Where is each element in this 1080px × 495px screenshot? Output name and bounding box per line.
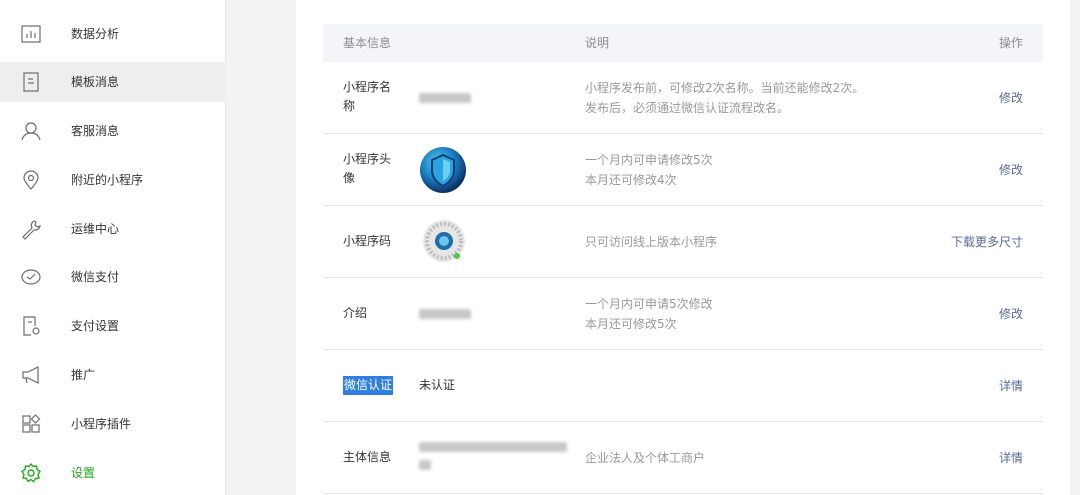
sidebar: 数据分析 模板消息 客服消息 附近的小程序 运维中心 微信支付 支付设置 推广 … bbox=[0, 0, 226, 495]
sidebar-item-data-analysis[interactable]: 数据分析 bbox=[0, 14, 226, 54]
table-row: 小程序码 只可访问线上版本小程序 下载更多尺寸 bbox=[323, 206, 1043, 278]
row-label: 小程序名称 bbox=[343, 80, 392, 113]
row-label: 小程序码 bbox=[343, 234, 392, 248]
sidebar-item-label: 推广 bbox=[71, 368, 96, 382]
row-description: 一个月内可申请修改5次 本月还可修改4次 bbox=[585, 150, 945, 190]
sidebar-item-template-message[interactable]: 模板消息 bbox=[0, 62, 226, 102]
description-line: 本月还可修改4次 bbox=[585, 173, 677, 187]
table-row: 主体信息 企业法人及个体工商户 详情 bbox=[323, 422, 1043, 494]
sidebar-item-settings[interactable]: 设置 bbox=[0, 453, 226, 493]
description-line: 企业法人及个体工商户 bbox=[585, 451, 706, 465]
row-label: 小程序头像 bbox=[343, 152, 392, 185]
mini-program-code-image bbox=[421, 218, 467, 264]
document-icon bbox=[20, 71, 42, 93]
row-label: 介绍 bbox=[343, 306, 368, 320]
gear-icon bbox=[20, 462, 42, 484]
plugin-icon bbox=[20, 413, 42, 435]
sidebar-item-nearby[interactable]: 附近的小程序 bbox=[0, 160, 226, 200]
sidebar-item-promotion[interactable]: 推广 bbox=[0, 355, 226, 395]
payment-settings-icon bbox=[20, 315, 42, 337]
verification-status: 未认证 bbox=[419, 378, 456, 392]
edit-link[interactable]: 修改 bbox=[999, 88, 1023, 108]
description-line: 本月还可修改5次 bbox=[585, 317, 677, 331]
sidebar-item-label: 模板消息 bbox=[71, 75, 120, 89]
download-more-sizes-link[interactable]: 下载更多尺寸 bbox=[951, 232, 1023, 252]
row-label: 主体信息 bbox=[343, 450, 392, 464]
description-line: 一个月内可申请5次修改 bbox=[585, 297, 713, 311]
blurred-value bbox=[419, 460, 431, 470]
sidebar-item-label: 运维中心 bbox=[71, 222, 120, 236]
wrench-icon bbox=[20, 218, 42, 240]
row-description: 小程序发布前，可修改2次名称。当前还能修改2次。 发布后，必须通过微信认证流程改… bbox=[585, 78, 945, 118]
sidebar-item-payment-settings[interactable]: 支付设置 bbox=[0, 306, 226, 346]
sidebar-item-customer-service[interactable]: 客服消息 bbox=[0, 111, 226, 151]
header-description: 说明 bbox=[585, 36, 610, 50]
table-row: 介绍 一个月内可申请5次修改 本月还可修改5次 修改 bbox=[323, 278, 1043, 350]
details-link[interactable]: 详情 bbox=[999, 376, 1023, 396]
sidebar-item-label: 数据分析 bbox=[71, 27, 120, 41]
table-row: 小程序头像 一个月内可申请修改5次 本月还可修改4次 修改 bbox=[323, 134, 1043, 206]
blurred-value bbox=[419, 93, 471, 103]
bar-chart-icon bbox=[20, 23, 42, 45]
megaphone-icon bbox=[20, 364, 42, 386]
blurred-value bbox=[419, 442, 567, 452]
description-line: 只可访问线上版本小程序 bbox=[585, 235, 718, 249]
row-label: 微信认证 bbox=[343, 376, 394, 395]
user-icon bbox=[20, 120, 42, 142]
sidebar-item-label: 支付设置 bbox=[71, 319, 120, 333]
row-description: 一个月内可申请5次修改 本月还可修改5次 bbox=[585, 294, 945, 334]
header-operation: 操作 bbox=[998, 36, 1023, 50]
table-row: 微信认证 未认证 详情 bbox=[323, 350, 1043, 422]
sidebar-item-ops-center[interactable]: 运维中心 bbox=[0, 209, 226, 249]
sidebar-item-label: 附近的小程序 bbox=[71, 173, 144, 187]
sidebar-item-label: 客服消息 bbox=[71, 124, 120, 138]
edit-link[interactable]: 修改 bbox=[999, 160, 1023, 180]
details-link[interactable]: 详情 bbox=[999, 448, 1023, 468]
basic-info-table: 基本信息 说明 操作 小程序名称 小程序发布前，可修改2次名称。当前还能修改2次… bbox=[323, 24, 1043, 494]
sidebar-item-label: 小程序插件 bbox=[71, 417, 132, 431]
row-description: 企业法人及个体工商户 bbox=[585, 448, 945, 468]
app-avatar bbox=[419, 146, 467, 194]
description-line: 一个月内可申请修改5次 bbox=[585, 153, 713, 167]
header-basic-info: 基本信息 bbox=[343, 36, 392, 50]
description-line: 发布后，必须通过微信认证流程改名。 bbox=[585, 101, 790, 115]
description-line: 小程序发布前，可修改2次名称。当前还能修改2次。 bbox=[585, 81, 865, 95]
sidebar-item-label: 微信支付 bbox=[71, 270, 120, 284]
sidebar-item-label: 设置 bbox=[71, 466, 96, 480]
main-content: 基本信息 说明 操作 小程序名称 小程序发布前，可修改2次名称。当前还能修改2次… bbox=[296, 0, 1070, 495]
blurred-value bbox=[419, 309, 471, 319]
edit-link[interactable]: 修改 bbox=[999, 304, 1023, 324]
sidebar-item-plugins[interactable]: 小程序插件 bbox=[0, 404, 226, 444]
table-row: 小程序名称 小程序发布前，可修改2次名称。当前还能修改2次。 发布后，必须通过微… bbox=[323, 62, 1043, 134]
location-icon bbox=[20, 169, 42, 191]
sidebar-item-wechat-pay[interactable]: 微信支付 bbox=[0, 257, 226, 297]
row-description: 只可访问线上版本小程序 bbox=[585, 232, 945, 252]
wechat-pay-icon bbox=[20, 266, 42, 288]
table-header: 基本信息 说明 操作 bbox=[323, 24, 1043, 62]
